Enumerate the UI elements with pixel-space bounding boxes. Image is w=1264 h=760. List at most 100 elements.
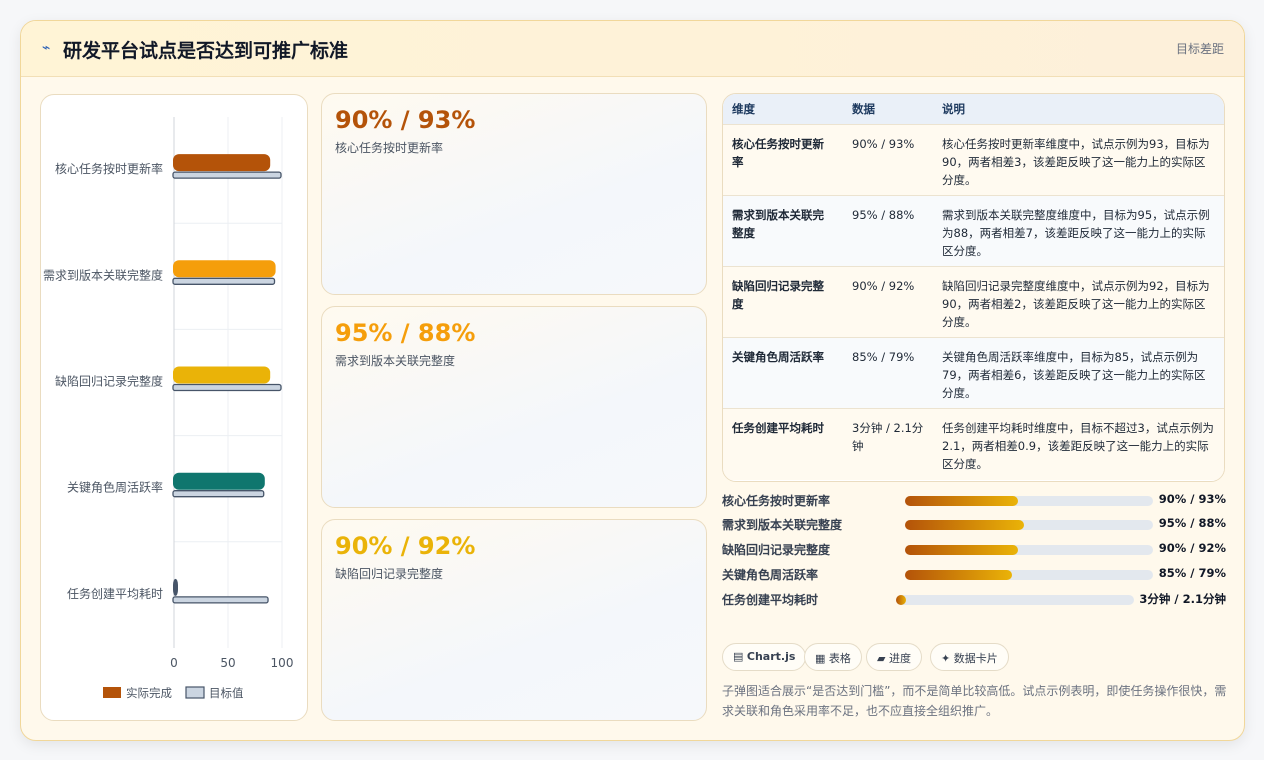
table-header: 说明	[942, 102, 965, 116]
table-cell-data: 90% / 93%	[852, 137, 915, 151]
legend-label-actual: 实际完成	[126, 686, 172, 700]
category-label: 核心任务按时更新率	[55, 161, 163, 176]
progress-row: 核心任务按时更新率 90% / 93%	[722, 491, 1226, 511]
table-cell-data: 85% / 79%	[852, 350, 915, 364]
progress-label: 关键角色周活跃率	[722, 568, 819, 582]
chip-data-card[interactable]: ✦ 数据卡片	[930, 643, 1009, 671]
table-header: 维度	[732, 102, 755, 116]
table-icon: ▦	[815, 652, 826, 665]
stat-label: 核心任务按时更新率	[335, 141, 444, 155]
category-label: 任务创建平均耗时	[67, 586, 163, 601]
stat-card: 95% / 88% 需求到版本关联完整度	[321, 306, 707, 508]
progress-fill	[896, 595, 906, 605]
chip-label: 进度	[888, 652, 911, 665]
data-table: 维度 数据 说明 核心任务按时更新率 90% / 93% 核心任务按时更新率维度…	[723, 94, 1224, 480]
table-cell-desc: 需求到版本关联完整度维度中，目标为95，试点示例为88，两者相差7，该差距反映了…	[942, 208, 1210, 258]
target-bar	[172, 171, 282, 179]
table-cell-desc: 关键角色周活跃率维度中，目标为85，试点示例为79，两者相差6，该差距反映了这一…	[942, 350, 1206, 400]
progress-track	[905, 496, 1153, 506]
stat-card: 90% / 93% 核心任务按时更新率	[321, 93, 707, 295]
sparkle-icon: ✦	[941, 652, 951, 665]
progress-track	[905, 570, 1153, 580]
table-row: 核心任务按时更新率 90% / 93% 核心任务按时更新率维度中，试点示例为93…	[723, 124, 1224, 196]
main-panel: ⌁ 研发平台试点是否达到可推广标准 目标差距 核心任务按时更新率 需求到版本关联完…	[20, 20, 1245, 741]
progress-fill	[905, 496, 1018, 506]
x-tick-label: 100	[271, 656, 294, 670]
page-title: 研发平台试点是否达到可推广标准	[63, 40, 349, 62]
progress-label: 需求到版本关联完整度	[722, 518, 843, 532]
chip-chartjs[interactable]: ▤ Chart.js	[722, 643, 807, 671]
category-label: 缺陷回归记录完整度	[55, 374, 163, 389]
stat-card: 90% / 92% 缺陷回归记录完整度	[321, 519, 707, 721]
stat-label: 缺陷回归记录完整度	[335, 567, 444, 581]
table-cell-dimension: 核心任务按时更新率	[732, 137, 824, 169]
table-row: 缺陷回归记录完整度 90% / 92% 缺陷回归记录完整度维度中，试点示例为92…	[723, 266, 1224, 338]
chart-icon: ▤	[733, 650, 744, 663]
x-tick-label: 0	[170, 656, 178, 670]
category-label: 需求到版本关联完整度	[43, 267, 163, 282]
bullet-chart: 核心任务按时更新率需求到版本关联完整度缺陷回归记录完整度关键角色周活跃率任务创建…	[43, 117, 294, 700]
progress-value: 90% / 93%	[1158, 492, 1226, 506]
stat-value: 95% / 88%	[335, 319, 476, 347]
bullet-icon: ⌁	[42, 40, 51, 56]
legend-swatch-target	[185, 686, 205, 699]
target-bar	[172, 383, 282, 392]
progress-label: 核心任务按时更新率	[722, 494, 831, 508]
progress-track	[905, 545, 1153, 555]
x-tick-label: 50	[220, 656, 235, 670]
progress-label: 缺陷回归记录完整度	[722, 543, 831, 557]
progress-row: 需求到版本关联完整度 95% / 88%	[722, 515, 1226, 535]
progress-fill	[905, 520, 1024, 530]
table-cell-dimension: 关键角色周活跃率	[732, 350, 824, 364]
table-row: 需求到版本关联完整度 95% / 88% 需求到版本关联完整度维度中，目标为95…	[723, 195, 1224, 267]
progress-row: 任务创建平均耗时 3分钟 / 2.1分钟	[722, 590, 1226, 610]
bullet-chart-card: 核心任务按时更新率需求到版本关联完整度缺陷回归记录完整度关键角色周活跃率 任务创建…	[40, 94, 308, 721]
stat-label: 需求到版本关联完整度	[335, 354, 456, 368]
table-cell-dimension: 需求到版本关联完整度	[732, 208, 824, 240]
chip-table[interactable]: ▦ 表格	[804, 643, 862, 671]
actual-bar	[173, 472, 265, 490]
progress-track	[896, 595, 1134, 605]
actual-bar	[173, 366, 271, 384]
legend-label-target: 目标值	[209, 686, 244, 700]
progress-icon: ▰	[877, 652, 886, 665]
chip-progress[interactable]: ▰ 进度	[866, 643, 922, 671]
progress-value: 3分钟 / 2.1分钟	[1139, 592, 1226, 606]
table-row: 任务创建平均耗时 3分钟 / 2.1分钟 任务创建平均耗时维度中，目标不超过3，…	[723, 408, 1224, 480]
progress-value: 85% / 79%	[1158, 566, 1226, 580]
progress-fill	[905, 570, 1012, 580]
progress-label: 任务创建平均耗时	[722, 593, 819, 607]
table-cell-data: 90% / 92%	[852, 279, 915, 293]
actual-bar	[173, 154, 271, 172]
progress-fill	[905, 545, 1018, 555]
progress-value: 90% / 92%	[1158, 541, 1226, 555]
target-bar	[172, 277, 276, 285]
actual-bar	[173, 260, 276, 278]
category-label: 关键角色周活跃率	[67, 480, 163, 495]
progress-value: 95% / 88%	[1158, 516, 1226, 530]
table-cell-desc: 核心任务按时更新率维度中，试点示例为93，目标为90，两者相差3，该差距反映了这…	[942, 137, 1210, 187]
table-cell-dimension: 任务创建平均耗时	[732, 421, 824, 435]
table-row: 关键角色周活跃率 85% / 79% 关键角色周活跃率维度中，目标为85，试点示…	[723, 337, 1224, 409]
target-bar	[172, 596, 269, 604]
table-cell-dimension: 缺陷回归记录完整度	[732, 279, 824, 311]
header-tag: 目标差距	[1175, 42, 1224, 56]
actual-bar	[173, 578, 178, 596]
chip-label: Chart.js	[746, 650, 796, 663]
chip-label: 数据卡片	[953, 652, 998, 665]
panel-header: ⌁ 研发平台试点是否达到可推广标准 目标差距	[21, 21, 1244, 77]
target-bar	[172, 490, 265, 498]
stat-value: 90% / 92%	[335, 532, 476, 560]
progress-row: 缺陷回归记录完整度 90% / 92%	[722, 540, 1226, 560]
chip-label: 表格	[828, 652, 851, 665]
summary-note: 子弹图适合展示“是否达到门槛”，而不是简单比较高低。试点示例表明，即使任务操作很…	[722, 684, 1227, 718]
table-cell-desc: 任务创建平均耗时维度中，目标不超过3，试点示例为2.1，两者相差0.9，该差距反…	[942, 421, 1214, 471]
progress-track	[905, 520, 1153, 530]
progress-row: 关键角色周活跃率 85% / 79%	[722, 565, 1226, 585]
data-table-card: 维度 数据 说明 核心任务按时更新率 90% / 93% 核心任务按时更新率维度…	[722, 93, 1225, 482]
table-cell-data: 3分钟 / 2.1分钟	[852, 421, 924, 453]
table-cell-desc: 缺陷回归记录完整度维度中，试点示例为92，目标为90，两者相差2，该差距反映了这…	[942, 279, 1210, 329]
table-cell-data: 95% / 88%	[852, 208, 915, 222]
stat-value: 90% / 93%	[335, 106, 476, 134]
legend-swatch-actual	[103, 687, 121, 698]
